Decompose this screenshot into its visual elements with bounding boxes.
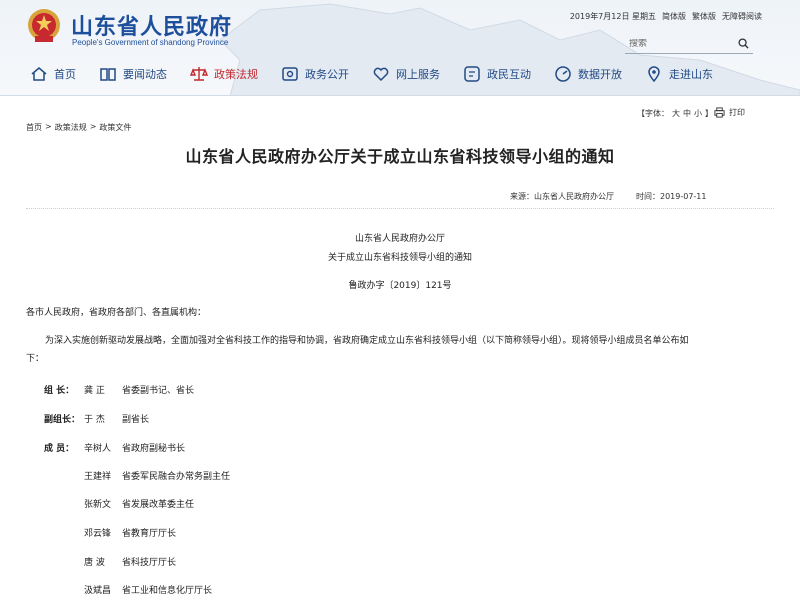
scales-icon (190, 67, 208, 81)
search-input[interactable] (629, 38, 729, 49)
book-icon (100, 68, 116, 81)
nav-open-affairs[interactable]: 政务公开 (281, 65, 349, 83)
body-paragraph-line1: 为深入实施创新驱动发展战略，全面加强对全省科技工作的指导和协调，省政府确定成立山… (45, 336, 689, 346)
eye-icon (282, 67, 298, 81)
heart-icon (373, 67, 389, 82)
nav-home[interactable]: 首页 (30, 65, 76, 83)
national-emblem-icon (28, 9, 60, 42)
accessibility-link[interactable]: 无障碍阅读 (722, 11, 762, 22)
chat-icon (464, 66, 480, 82)
font-small-button[interactable]: 小 (694, 108, 702, 119)
printer-icon (714, 107, 725, 118)
body-paragraph-line2: 下： (26, 354, 45, 364)
breadcrumb-separator: > (45, 122, 52, 131)
site-title[interactable]: 山东省人民政府 (71, 9, 232, 41)
nav-interaction[interactable]: 政民互动 (463, 65, 531, 83)
article-title: 山东省人民政府办公厅关于成立山东省科技领导小组的通知 (185, 147, 615, 166)
gauge-icon (555, 66, 571, 82)
font-medium-button[interactable]: 中 (683, 108, 691, 119)
current-date: 2019年7月12日 星期五 (569, 12, 656, 21)
site-subtitle: People's Government of shandong Province (72, 38, 229, 47)
print-button[interactable]: 打印 (714, 107, 745, 118)
top-links: 2019年7月12日 星期五 简体版 繁体版 无障碍阅读 (570, 11, 762, 22)
simplified-link[interactable]: 简体版 (662, 11, 686, 22)
breadcrumb-documents[interactable]: 政策文件 (99, 122, 131, 133)
search-box (625, 34, 753, 54)
home-icon (31, 67, 47, 81)
article-meta: 来源：山东省人民政府办公厅 时间：2019-07-11 (510, 191, 707, 202)
breadcrumb-home[interactable]: 首页 (26, 122, 42, 133)
nav-policy[interactable]: 政策法规 (190, 65, 258, 83)
divider (26, 208, 774, 209)
search-icon[interactable] (738, 38, 749, 49)
nav-online-service[interactable]: 网上服务 (372, 65, 440, 83)
breadcrumb: 首页 > 政策法规 > 政策文件 (26, 122, 131, 133)
issuer-line: 山东省人民政府办公厅 (354, 234, 445, 244)
nav-news[interactable]: 要闻动态 (99, 65, 167, 83)
site-header: 山东省人民政府 People's Government of shandong … (0, 0, 800, 96)
breadcrumb-policy[interactable]: 政策法规 (55, 122, 87, 133)
font-size-control: 【字体： 大 中 小 】 (637, 108, 713, 119)
location-icon (648, 66, 660, 83)
recipients: 各市人民政府，省政府各部门、各直属机构： (26, 308, 207, 318)
traditional-link[interactable]: 繁体版 (692, 11, 716, 22)
font-large-button[interactable]: 大 (672, 108, 680, 119)
nav-open-data[interactable]: 数据开放 (554, 65, 622, 83)
article-source: 来源：山东省人民政府办公厅 (510, 192, 614, 201)
nav-about-shandong[interactable]: 走进山东 (645, 65, 713, 83)
notice-subtitle: 关于成立山东省科技领导小组的通知 (327, 253, 472, 263)
breadcrumb-separator: > (89, 122, 97, 131)
document-number: 鲁政办字〔2019〕121号 (348, 281, 452, 291)
main-nav: 首页 要闻动态 政策法规 政务公开 网上服务 政民互动 数据开放 走进山东 (30, 62, 736, 86)
article-time: 时间：2019-07-11 (636, 192, 707, 201)
